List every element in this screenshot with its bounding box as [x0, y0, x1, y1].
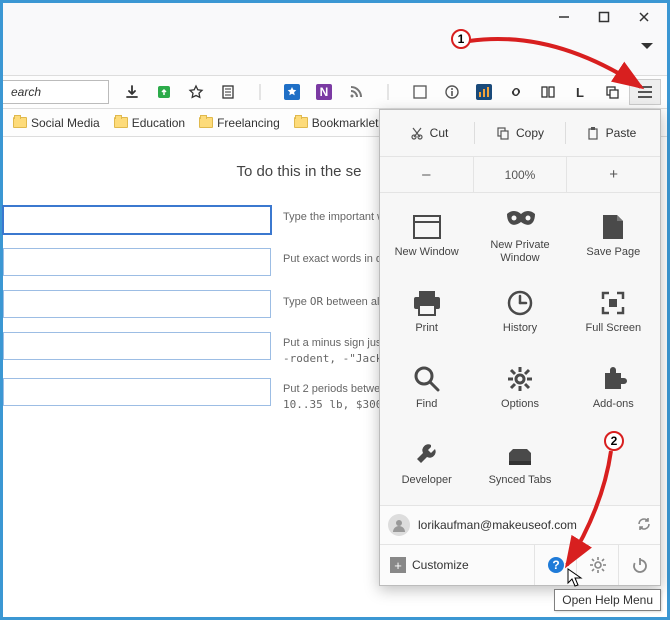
print-button[interactable]: Print [380, 273, 473, 349]
printer-icon [412, 288, 442, 318]
field-description: Put a minus sign just b-rodent, -"Jack [283, 332, 394, 368]
text-input[interactable] [3, 378, 271, 406]
bookmark-folder[interactable]: Education [114, 116, 185, 130]
mask-icon [505, 205, 535, 235]
avatar-icon [388, 514, 410, 536]
cut-button[interactable]: Cut [384, 118, 474, 148]
main-toolbar: earch N L [3, 75, 667, 109]
text-input[interactable] [3, 206, 271, 234]
reader-icon[interactable] [215, 79, 241, 105]
zoom-in-button[interactable]: + [566, 157, 660, 192]
folder-icon [114, 117, 128, 128]
addons-button[interactable]: Add-ons [567, 349, 660, 425]
callout-1: 1 [451, 29, 471, 49]
tabs-icon [505, 440, 535, 470]
synced-tabs-button[interactable]: Synced Tabs [473, 425, 566, 501]
exit-button[interactable] [618, 545, 660, 585]
close-button[interactable] [637, 10, 651, 24]
onenote-icon[interactable]: N [311, 79, 337, 105]
share-icon[interactable] [151, 79, 177, 105]
panels-icon[interactable] [535, 79, 561, 105]
maximize-button[interactable] [597, 10, 611, 24]
bookmark-folder[interactable]: Social Media [13, 116, 100, 130]
save-page-button[interactable]: Save Page [567, 197, 660, 273]
field-description: Type the important wo [283, 206, 391, 225]
paste-button[interactable]: Paste [566, 118, 656, 148]
field-description: Type OR between all t [283, 290, 388, 310]
svg-text:N: N [320, 85, 329, 99]
cursor-icon [567, 568, 583, 588]
bars-icon[interactable] [471, 79, 497, 105]
info-icon[interactable] [439, 79, 465, 105]
rss-icon[interactable] [343, 79, 369, 105]
minimize-button[interactable] [557, 10, 571, 24]
field-description: Put 2 periods betwee10..35 lb, $300 [283, 378, 386, 414]
sync-account-row[interactable]: lorikaufman@makeuseof.com [380, 505, 660, 545]
hamburger-menu-button[interactable] [629, 79, 661, 105]
developer-button[interactable]: Developer [380, 425, 473, 501]
app-menu-panel: Cut Copy Paste – 100% + New Window New P… [379, 109, 661, 586]
sync-email: lorikaufman@makeuseof.com [418, 518, 577, 532]
fullscreen-button[interactable]: Full Screen [567, 273, 660, 349]
sep-icon [375, 79, 401, 105]
blue-star-icon[interactable] [279, 79, 305, 105]
zoom-value: 100% [473, 157, 567, 192]
new-private-window-button[interactable]: New Private Window [473, 197, 566, 273]
window-icon [412, 212, 442, 242]
folder-icon [199, 117, 213, 128]
text-input[interactable] [3, 290, 271, 318]
window-controls [541, 3, 667, 31]
star-icon[interactable] [183, 79, 209, 105]
callout-2: 2 [604, 431, 624, 451]
plus-icon: + [390, 557, 406, 573]
text-input[interactable] [3, 248, 271, 276]
app-icon[interactable] [407, 79, 433, 105]
clock-icon [505, 288, 535, 318]
bookmark-folder[interactable]: Freelancing [199, 116, 280, 130]
download-icon[interactable] [119, 79, 145, 105]
refresh-icon[interactable] [636, 516, 652, 535]
svg-text:?: ? [552, 558, 559, 572]
field-description: Put exact words in qu [283, 248, 388, 267]
folder-icon [294, 117, 308, 128]
chevron-down-icon[interactable] [641, 43, 653, 49]
text-input[interactable] [3, 332, 271, 360]
wrench-icon [412, 440, 442, 470]
puzzle-icon [598, 364, 628, 394]
sep-icon [247, 79, 273, 105]
letter-icon[interactable]: L [567, 79, 593, 105]
customize-button[interactable]: +Customize [380, 557, 479, 573]
search-icon [412, 364, 442, 394]
zoom-out-button[interactable]: – [380, 157, 473, 192]
folder-icon [13, 117, 27, 128]
gear-icon [505, 364, 535, 394]
copy-icon[interactable] [599, 79, 625, 105]
history-button[interactable]: History [473, 273, 566, 349]
bookmark-folder[interactable]: Bookmarklets [294, 116, 385, 130]
tooltip: Open Help Menu [554, 589, 661, 611]
options-button[interactable]: Options [473, 349, 566, 425]
copy-button[interactable]: Copy [475, 118, 565, 148]
link-icon[interactable] [503, 79, 529, 105]
page-icon [598, 212, 628, 242]
new-window-button[interactable]: New Window [380, 197, 473, 273]
find-button[interactable]: Find [380, 349, 473, 425]
fullscreen-icon [598, 288, 628, 318]
search-input[interactable]: earch [3, 80, 109, 104]
